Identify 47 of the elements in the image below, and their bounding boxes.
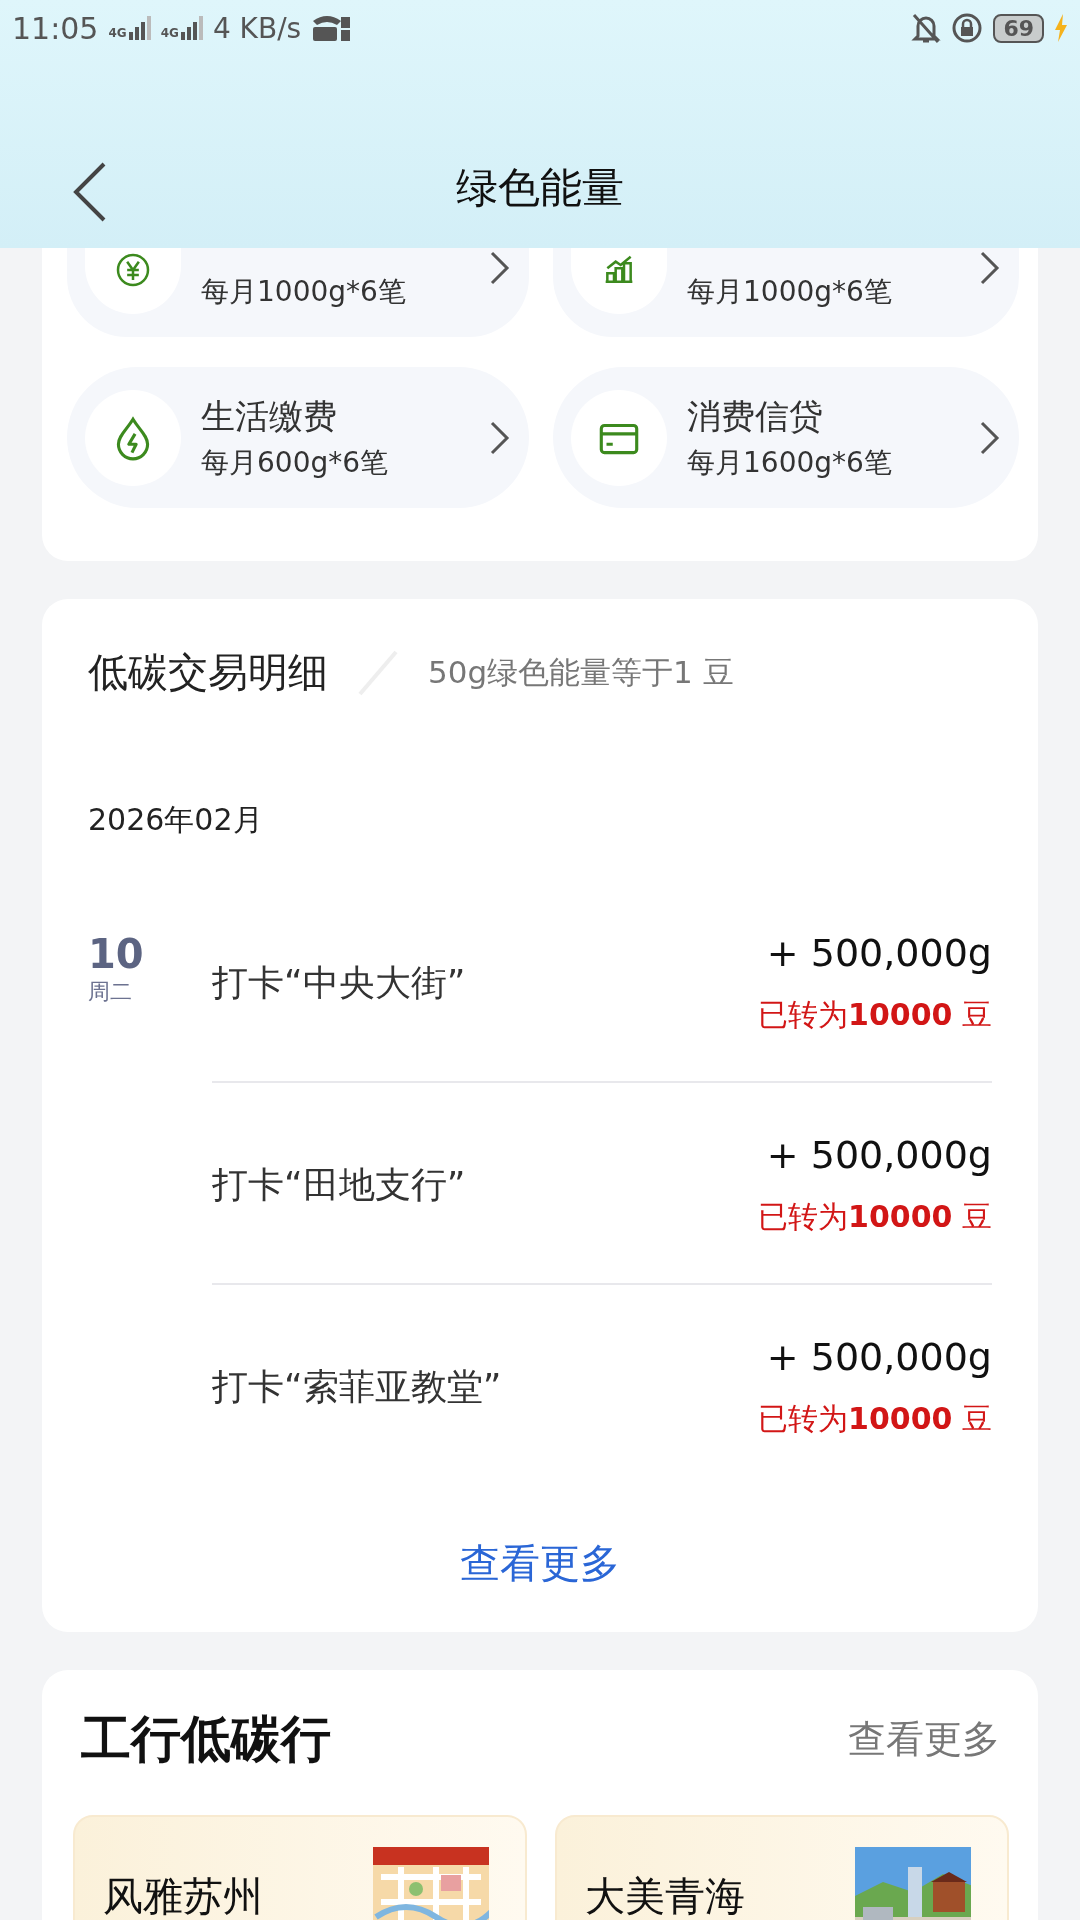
entry-title: 打卡“索菲亚教堂” <box>212 1365 503 1409</box>
conversion-note: 50g绿色能量等于1 豆 <box>428 652 734 692</box>
day-number: 10 <box>88 931 145 977</box>
energy-amount: + 500,000g <box>766 1133 992 1177</box>
charging-icon <box>1054 14 1068 42</box>
section-title: 低碳交易明细 <box>88 648 328 697</box>
energy-amount: + 500,000g <box>766 1335 992 1379</box>
bell-off-icon <box>911 12 942 44</box>
section-title: 工行低碳行 <box>81 1709 331 1770</box>
task-tile[interactable]: 生活缴费 每月600g*6笔 <box>67 367 529 508</box>
tour-title: 大美青海 <box>585 1872 745 1920</box>
energy-amount: + 500,000g <box>766 931 992 975</box>
task-tile[interactable]: 每月1000g*6笔 <box>553 248 1019 337</box>
chevron-icon <box>979 419 1001 456</box>
rotation-lock-icon <box>951 12 984 44</box>
chevron-icon <box>489 250 511 286</box>
signal-icon <box>180 16 203 40</box>
conversion-status: 已转为10000 豆 <box>758 996 992 1034</box>
task-tile[interactable]: 消费信贷 每月1600g*6笔 <box>553 367 1019 508</box>
chevron-icon <box>489 419 511 456</box>
network-label: 4G <box>108 26 127 40</box>
task-title: 生活缴费 <box>201 395 338 438</box>
weekday: 周二 <box>88 978 133 1006</box>
view-more-link[interactable]: 查看更多 <box>848 1714 1000 1765</box>
hd-call-icon <box>311 13 352 43</box>
entry-title: 打卡“中央大街” <box>212 961 467 1005</box>
chevron-icon <box>979 250 1001 286</box>
tour-card[interactable]: 风雅苏州 <box>73 1815 527 1920</box>
conversion-status: 已转为10000 豆 <box>758 1198 992 1236</box>
task-reward: 每月1600g*6笔 <box>687 445 893 481</box>
task-tile[interactable]: 每月1000g*6笔 <box>67 248 529 337</box>
entry-title: 打卡“田地支行” <box>212 1163 467 1207</box>
view-more-link[interactable]: 查看更多 <box>454 1535 626 1592</box>
status-time: 11:05 <box>12 10 99 46</box>
task-reward: 每月1000g*6笔 <box>687 274 893 310</box>
signal-icon <box>128 16 151 40</box>
battery-level: 69 <box>993 13 1044 43</box>
month-label: 2026年02月 <box>88 801 264 839</box>
task-reward: 每月600g*6笔 <box>201 445 390 481</box>
network-speed: 4 KB/s <box>212 11 302 45</box>
conversion-status: 已转为10000 豆 <box>758 1400 992 1438</box>
task-title: 消费信贷 <box>687 395 824 438</box>
page-title: 绿色能量 <box>456 162 624 214</box>
task-reward: 每月1000g*6笔 <box>201 274 407 310</box>
network-label: 4G <box>160 26 179 40</box>
tour-card[interactable]: 大美青海 <box>555 1815 1009 1920</box>
tour-title: 风雅苏州 <box>103 1872 263 1920</box>
